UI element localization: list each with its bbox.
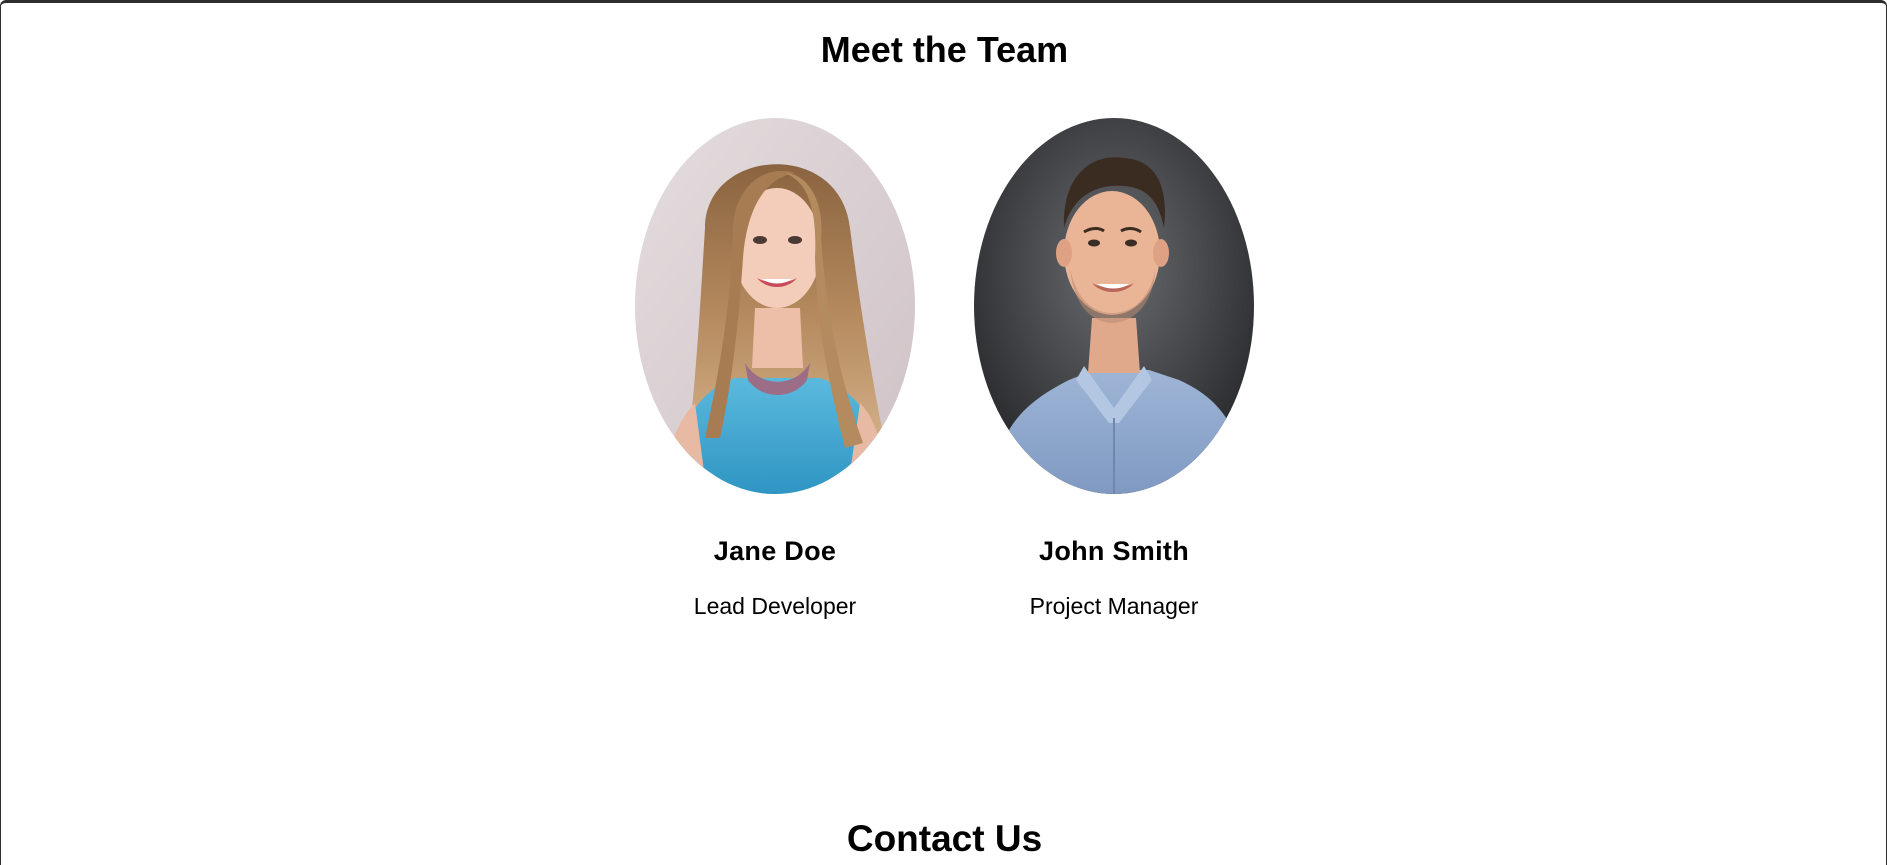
portrait-photo-jane-doe (635, 118, 915, 494)
woman-portrait-icon (635, 118, 915, 494)
portrait-photo-john-smith (974, 118, 1254, 494)
team-member-role: Project Manager (1029, 593, 1199, 619)
team-grid: Jane Doe Lead Developer John Smith Proje… (1, 115, 1886, 635)
team-member-card-john-smith: John Smith Project Manager (964, 115, 1264, 620)
team-member-name: John Smith (1039, 536, 1189, 566)
team-member-role: Lead Developer (693, 593, 857, 619)
man-portrait-icon (974, 118, 1254, 494)
team-member-card-jane-doe: Jane Doe Lead Developer (625, 115, 925, 620)
team-member-name: Jane Doe (713, 536, 837, 566)
contact-section-title: Contact Us (846, 818, 1043, 859)
page-viewport: Meet the Team Jane Doe Lead Developer Jo… (0, 0, 1887, 865)
team-section-title: Meet the Team (820, 29, 1069, 70)
